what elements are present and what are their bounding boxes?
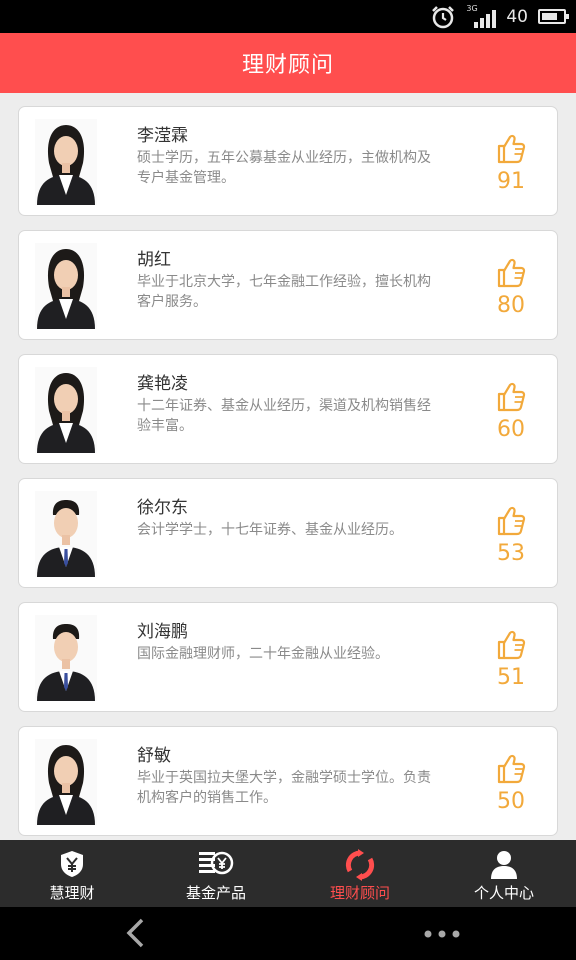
advisor-description: 国际金融理财师，二十年金融从业经验。: [137, 646, 389, 662]
advisor-name: 胡红: [137, 250, 171, 270]
advisor-photo: [35, 243, 97, 329]
advisor-name: 李滢霖: [137, 126, 188, 146]
advisor-card[interactable]: 胡红 毕业于北京大学，七年金融工作经验，擅长机构客户服务。 80: [18, 230, 558, 340]
like-button[interactable]: 80: [491, 257, 531, 331]
like-count: 50: [497, 789, 525, 814]
status-icons: 3G 40: [430, 0, 569, 33]
advisor-photo: [35, 119, 97, 205]
advisor-description: 会计学学士，十七年证券、基金从业经历。: [137, 522, 403, 538]
like-button[interactable]: 60: [491, 381, 531, 455]
like-count: 60: [497, 417, 525, 442]
system-nav-bar: [0, 907, 576, 960]
battery-icon: [538, 9, 569, 24]
yen-shield-icon: [61, 851, 83, 877]
tab-personal-center[interactable]: 个人中心: [432, 840, 576, 907]
tab-label: 理财顾问: [329, 884, 390, 902]
bottom-tab-bar: 慧理财 基金产品 理财顾问 个人中心: [0, 840, 576, 907]
app-header: 理财顾问: [0, 33, 576, 93]
tab-hui-licai[interactable]: 慧理财: [0, 840, 144, 907]
advisor-photo: [35, 367, 97, 453]
advisor-card[interactable]: 李滢霖 硕士学历，五年公募基金从业经历，主做机构及专户基金管理。 91: [18, 106, 558, 216]
advisor-list[interactable]: 李滢霖 硕士学历，五年公募基金从业经历，主做机构及专户基金管理。 91 胡红 毕…: [0, 93, 576, 840]
signal-icon: 3G: [466, 4, 497, 28]
advisor-description: 毕业于英国拉夫堡大学，金融学硕士学位。负责机构客户的销售工作。: [137, 770, 431, 806]
like-count: 53: [497, 541, 525, 566]
status-bar: 3G 40: [0, 0, 576, 33]
advisor-photo: [35, 739, 97, 825]
thumbs-up-icon: [497, 382, 526, 412]
advisor-card[interactable]: 徐尔东 会计学学士，十七年证券、基金从业经历。 53: [18, 478, 558, 588]
page-title: 理财顾问: [241, 53, 334, 78]
advisor-refresh-icon: [345, 849, 375, 881]
like-button[interactable]: 91: [491, 133, 531, 207]
thumbs-up-icon: [497, 258, 526, 288]
tab-label: 个人中心: [473, 884, 534, 902]
like-button[interactable]: 53: [491, 505, 531, 579]
fund-products-icon: [199, 851, 234, 875]
advisor-card[interactable]: 龚艳凌 十二年证券、基金从业经历，渠道及机构销售经验丰富。 60: [18, 354, 558, 464]
advisor-photo: [35, 491, 97, 577]
advisor-card[interactable]: 刘海鹏 国际金融理财师，二十年金融从业经验。 51: [18, 602, 558, 712]
advisor-card[interactable]: 舒敏 毕业于英国拉夫堡大学，金融学硕士学位。负责机构客户的销售工作。 50: [18, 726, 558, 836]
tab-label: 慧理财: [49, 884, 95, 902]
person-icon: [491, 851, 517, 879]
advisor-description: 硕士学历，五年公募基金从业经历，主做机构及专户基金管理。: [137, 150, 431, 186]
like-count: 80: [497, 293, 525, 318]
more-dots-icon[interactable]: [420, 929, 464, 939]
advisor-photo: [35, 615, 97, 701]
thumbs-up-icon: [497, 630, 526, 660]
like-button[interactable]: 50: [491, 753, 531, 827]
back-arrow-icon[interactable]: [120, 917, 150, 949]
battery-level: [542, 13, 557, 20]
thumbs-up-icon: [497, 134, 526, 164]
like-button[interactable]: 51: [491, 629, 531, 703]
tab-advisors[interactable]: 理财顾问: [288, 840, 432, 907]
advisor-name: 徐尔东: [137, 498, 188, 518]
advisor-name: 刘海鹏: [137, 622, 188, 642]
like-count: 51: [497, 665, 525, 690]
like-count: 91: [497, 169, 525, 194]
alarm-clock-icon: [432, 5, 455, 28]
advisor-description: 十二年证券、基金从业经历，渠道及机构销售经验丰富。: [137, 398, 431, 434]
thumbs-up-icon: [497, 506, 526, 536]
signal-label: 40: [506, 6, 528, 27]
advisor-name: 舒敏: [137, 746, 171, 766]
tab-fund-products[interactable]: 基金产品: [144, 840, 288, 907]
thumbs-up-icon: [497, 754, 526, 784]
advisor-description: 毕业于北京大学，七年金融工作经验，擅长机构客户服务。: [137, 274, 431, 310]
tab-label: 基金产品: [185, 884, 246, 902]
advisor-name: 龚艳凌: [137, 374, 188, 394]
